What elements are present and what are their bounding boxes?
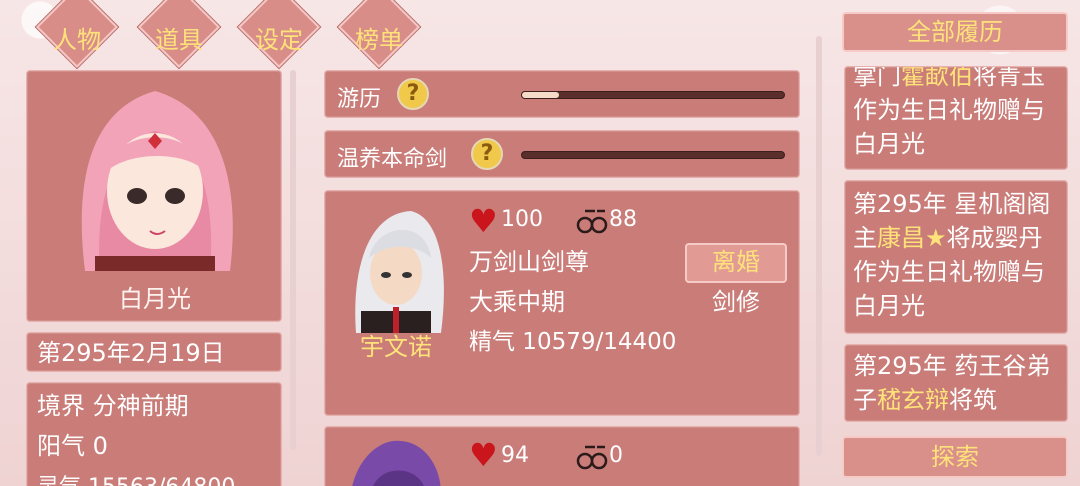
affection-value: 100 [501, 207, 543, 232]
companion-role: 剑修 [712, 288, 760, 316]
bond-value: 0 [609, 443, 623, 468]
skill-row-travel[interactable]: 游历 ? [324, 70, 800, 118]
heart-icon: ♥ [469, 436, 498, 474]
bond-icon [576, 209, 608, 234]
skill-label: 游历 [337, 87, 382, 112]
companion-card: ♥ 94 0 [324, 426, 800, 486]
companion-sect: 万剑山剑尊 [469, 248, 589, 276]
history-entry: 掌门霍歃伯将青玉作为生日礼物赠与白月光 [844, 66, 1068, 170]
character-name: 白月光 [119, 285, 191, 313]
history-text: 掌门霍歃伯将青玉作为生日礼物赠与白月光 [853, 66, 1045, 158]
companion-portrait [352, 440, 441, 486]
left-scrollbar[interactable] [290, 70, 296, 450]
companion-portrait [355, 211, 444, 333]
skill-progress-bar [521, 151, 785, 159]
history-text: 第295年 星机阁阁主康昌★将成婴丹作为生日礼物赠与白月光 [853, 190, 1051, 320]
current-date: 第295年2月19日 [37, 339, 225, 367]
stat-realm: 境界 分神前期 [37, 392, 189, 420]
affection-value: 94 [501, 443, 529, 468]
history-entry: 第295年 药王谷弟子嵇玄辩将筑 [844, 344, 1068, 422]
stat-yang: 阳气 0 [37, 432, 108, 460]
tab-rankings[interactable]: 榜单 [337, 0, 421, 80]
bond-value: 88 [609, 207, 637, 232]
companion-realm: 大乘中期 [469, 288, 565, 316]
skill-label: 温养本命剑 [337, 147, 448, 172]
divorce-button[interactable]: 离婚 [685, 243, 787, 283]
middle-scrollbar[interactable] [816, 36, 822, 456]
history-entry: 第295年 星机阁阁主康昌★将成婴丹作为生日礼物赠与白月光 [844, 180, 1068, 334]
skill-row-sword[interactable]: 温养本命剑 ? [324, 130, 800, 178]
help-icon[interactable]: ? [471, 138, 503, 170]
bond-icon [576, 445, 608, 470]
date-panel: 第295年2月19日 [26, 332, 282, 372]
explore-button[interactable]: 探索 [842, 436, 1068, 478]
tab-items[interactable]: 道具 [137, 0, 221, 80]
help-icon[interactable]: ? [397, 78, 429, 110]
companion-name: 宇文诺 [360, 333, 432, 361]
stats-panel: 境界 分神前期 阳气 0 灵气 15563/64800 [26, 382, 282, 486]
all-history-header[interactable]: 全部履历 [842, 12, 1068, 52]
skill-progress-bar [521, 91, 785, 99]
tab-character[interactable]: 人物 [35, 0, 119, 80]
history-text: 第295年 药王谷弟子嵇玄辩将筑 [853, 352, 1051, 414]
portrait-panel: 白月光 [26, 70, 282, 322]
stat-spirit: 灵气 15563/64800 [37, 469, 235, 486]
companion-card: 宇文诺 ♥ 100 88 万剑山剑尊 大乘中期 精气 10579/14400 离… [324, 190, 800, 416]
companion-essence: 精气 10579/14400 [469, 329, 677, 355]
heart-icon: ♥ [469, 202, 498, 240]
portrait-image [81, 91, 233, 271]
tab-settings[interactable]: 设定 [237, 0, 321, 80]
skill-progress-fill [522, 92, 559, 98]
